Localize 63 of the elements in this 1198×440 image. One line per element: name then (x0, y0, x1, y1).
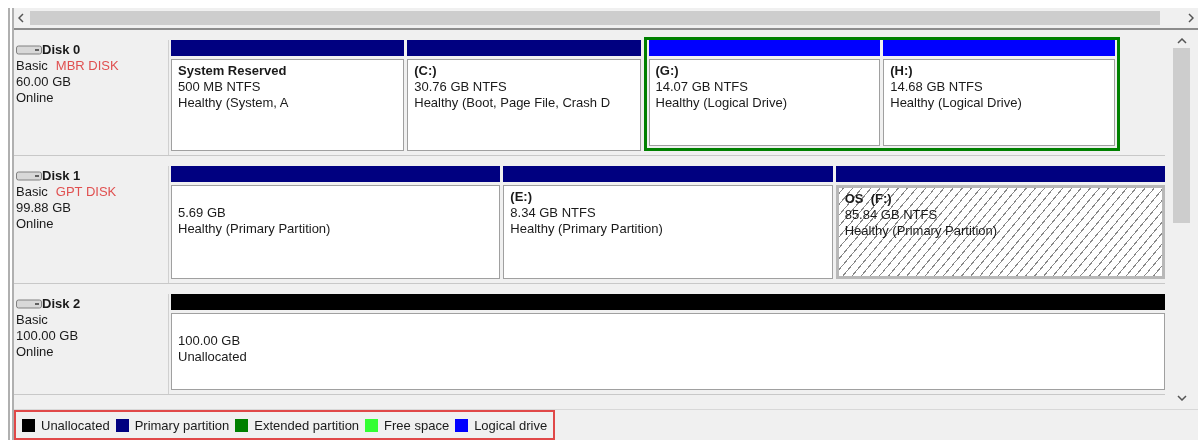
partition-size: 500 MB NTFS (178, 79, 262, 95)
partition-label: (H:) (890, 63, 913, 78)
partition-size: 85.84 GB NTFS (844, 207, 939, 223)
scroll-left-icon[interactable] (18, 13, 24, 23)
partition-block[interactable]: OS (F:) 85.84 GB NTFS Healthy (Primary Partition) (835, 185, 1165, 279)
disk-drive-icon (16, 299, 42, 309)
disk-name: Disk 1 (42, 168, 81, 184)
partition-status: Healthy (Boot, Page File, Crash D (414, 95, 612, 111)
disk-status: Online (16, 90, 55, 106)
partition-size: 100.00 GB (178, 333, 242, 349)
horizontal-scrollbar[interactable] (14, 8, 1198, 30)
partition-style-note: GPT DISK (55, 184, 117, 200)
disk-size: 99.88 GB (16, 200, 72, 216)
partition-status: Healthy (Primary Partition) (178, 221, 332, 237)
disk-type: Basic (16, 58, 48, 74)
scroll-up-icon[interactable] (1176, 38, 1187, 44)
partition-block[interactable]: (H:) 14.68 GB NTFS Healthy (Logical Drive) (883, 59, 1115, 146)
extended-partition[interactable]: (G:) 14.07 GB NTFS Healthy (Logical Drive) (H:) 14.68 GB NTFS Healthy (Logical Drive) (643, 37, 1120, 151)
partition-label: System Reserved (178, 63, 287, 78)
disk-name: Disk 2 (42, 296, 81, 312)
partition-status: Healthy (Primary Partition) (844, 223, 999, 239)
legend-label: Unallocated (41, 417, 110, 433)
partition-size: 5.69 GB (178, 205, 227, 221)
partition-label: OS (F:) (844, 191, 892, 206)
scrollbar-thumb[interactable] (1173, 48, 1190, 223)
partition-block[interactable]: (C:) 30.76 GB NTFS Healthy (Boot, Page File, Crash D (407, 59, 641, 151)
partition-status: Healthy (Primary Partition) (510, 221, 664, 237)
disk-type: Basic (16, 184, 48, 200)
partition-block[interactable]: 5.69 GB Healthy (Primary Partition) (171, 185, 501, 279)
partition-status: Healthy (Logical Drive) (890, 95, 1023, 111)
legend-label: Primary partition (134, 417, 230, 433)
disk-drive-icon (16, 45, 42, 55)
disk-info-panel[interactable]: Disk 2 Basic 100.00 GB Online (14, 294, 169, 394)
partition-size: 14.68 GB NTFS (890, 79, 984, 95)
disk-size: 100.00 GB (16, 328, 80, 344)
partition-label: (E:) (510, 189, 532, 204)
partition-size: 30.76 GB NTFS (414, 79, 508, 95)
partition-block[interactable]: System Reserved 500 MB NTFS Healthy (System, A (171, 59, 405, 151)
partition-size: 14.07 GB NTFS (655, 79, 749, 95)
disk-drive-icon (16, 171, 42, 181)
partition-status: Unallocated (178, 349, 248, 365)
partition-size: 8.34 GB NTFS (510, 205, 597, 221)
vertical-scrollbar[interactable] (1165, 30, 1198, 409)
partition-status: Healthy (System, A (178, 95, 290, 111)
disk-info-panel[interactable]: Disk 0 Basic MBR DISK 60.00 GB Online (14, 40, 169, 155)
legend-label: Free space (384, 417, 450, 433)
disk-name: Disk 0 (42, 42, 81, 58)
legend-label: Logical drive (474, 417, 548, 433)
partition-block[interactable]: (E:) 8.34 GB NTFS Healthy (Primary Partition) (503, 185, 833, 279)
scroll-right-icon[interactable] (1188, 13, 1194, 23)
partition-block[interactable]: 100.00 GB Unallocated (171, 313, 1165, 390)
disk-info-panel[interactable]: Disk 1 Basic GPT DISK 99.88 GB Online (14, 166, 169, 283)
legend-label: Extended partition (254, 417, 360, 433)
disk-status: Online (16, 344, 55, 360)
disk-size: 60.00 GB (16, 74, 72, 90)
disk-type: Basic (16, 312, 48, 328)
partition-label: (G:) (655, 63, 679, 78)
partition-block[interactable]: (G:) 14.07 GB NTFS Healthy (Logical Drive) (648, 59, 881, 146)
partition-label: (C:) (414, 63, 437, 78)
partition-status: Healthy (Logical Drive) (655, 95, 788, 111)
partition-style-note: MBR DISK (55, 58, 119, 74)
disk-status: Online (16, 216, 55, 232)
scroll-down-icon[interactable] (1176, 395, 1187, 401)
